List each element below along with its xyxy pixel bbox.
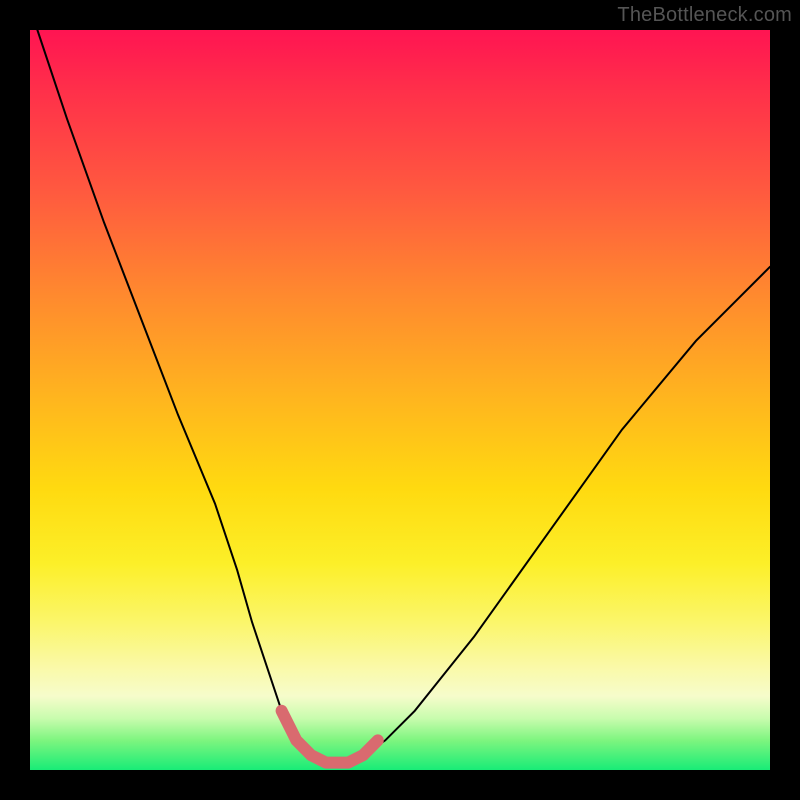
bottleneck-curve <box>37 30 770 763</box>
watermark-text: TheBottleneck.com <box>617 4 792 27</box>
chart-plot-area <box>30 30 770 770</box>
chart-frame: TheBottleneck.com <box>0 0 800 800</box>
chart-svg <box>30 30 770 770</box>
optimal-zone-highlight <box>282 711 378 763</box>
